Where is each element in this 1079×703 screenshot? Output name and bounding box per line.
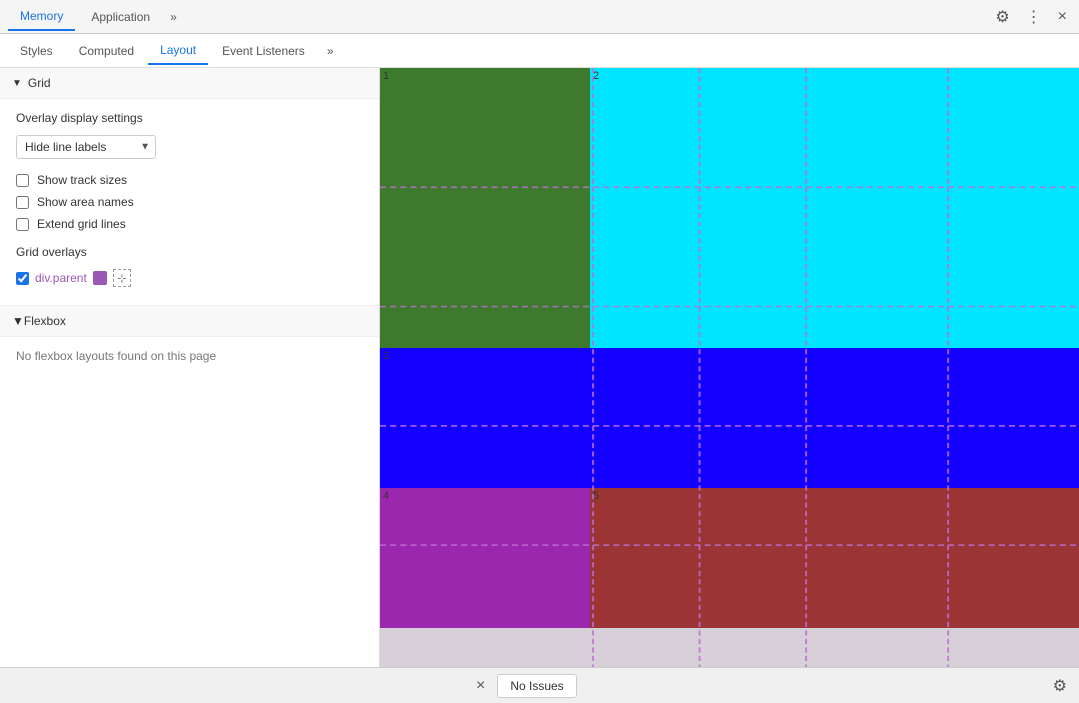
close-devtools-icon[interactable]: × [1054, 6, 1071, 28]
tab-application[interactable]: Application [79, 4, 162, 30]
second-tab-bar: Styles Computed Layout Event Listeners » [0, 34, 1079, 68]
extend-grid-lines-label: Extend grid lines [37, 217, 126, 231]
extend-grid-lines-checkbox[interactable] [16, 218, 29, 231]
overlay-display-select[interactable]: Hide line labels Show line numbers Show … [16, 135, 156, 159]
grid-section-header[interactable]: ▼ Grid [0, 68, 379, 99]
top-tab-more[interactable]: » [166, 6, 181, 28]
hide-line-labels-select-wrapper: Hide line labels Show line numbers Show … [16, 135, 156, 159]
cell-label-1: 1 [383, 70, 389, 82]
grid-region-3: 3 [380, 348, 1079, 488]
grid-region-5: 5 [590, 488, 1079, 628]
grid-region-1: 1 [380, 68, 590, 348]
extend-grid-lines-row: Extend grid lines [16, 217, 363, 231]
show-track-sizes-label: Show track sizes [37, 173, 127, 187]
settings-icon[interactable]: ⚙ [991, 5, 1013, 29]
top-tab-bar: Memory Application » ⚙ ⋮ × [0, 0, 1079, 34]
grid-section-title: Grid [28, 76, 51, 90]
right-panel: 1 2 3 4 5 [380, 68, 1079, 667]
tab-layout[interactable]: Layout [148, 37, 208, 65]
overlay-target-icon[interactable]: ⊹ [113, 269, 131, 287]
grid-preview: 1 2 3 4 5 [380, 68, 1079, 667]
flexbox-section-title: Flexbox [24, 314, 66, 328]
bottom-close-icon[interactable]: × [472, 675, 489, 697]
tab-event-listeners[interactable]: Event Listeners [210, 38, 317, 64]
grid-arrow-icon: ▼ [12, 78, 22, 89]
overlay-color-swatch [93, 271, 107, 285]
overlay-item-div-parent: div.parent ⊹ [16, 269, 363, 287]
overlay-div-parent-checkbox[interactable] [16, 272, 29, 285]
bottom-gear-icon[interactable]: ⚙ [1049, 674, 1071, 698]
cell-label-2: 2 [593, 70, 599, 82]
main-area: ▼ Grid Overlay display settings Hide lin… [0, 68, 1079, 667]
tab-styles[interactable]: Styles [8, 38, 65, 64]
no-issues-button[interactable]: No Issues [497, 674, 576, 698]
second-tab-more[interactable]: » [323, 40, 338, 62]
overlay-class-name: div.parent [35, 271, 87, 285]
bottom-bar: × No Issues ⚙ [0, 667, 1079, 703]
show-track-sizes-row: Show track sizes [16, 173, 363, 187]
flexbox-section-header[interactable]: ▼ Flexbox [0, 305, 379, 337]
no-flexbox-text: No flexbox layouts found on this page [0, 337, 379, 375]
cell-label-4: 4 [383, 490, 389, 502]
flexbox-arrow-icon: ▼ [12, 314, 24, 328]
show-area-names-row: Show area names [16, 195, 363, 209]
grid-overlays-label: Grid overlays [16, 245, 363, 259]
overlay-settings-label: Overlay display settings [16, 111, 363, 125]
grid-section-body: Overlay display settings Hide line label… [0, 99, 379, 305]
left-panel: ▼ Grid Overlay display settings Hide lin… [0, 68, 380, 667]
show-area-names-label: Show area names [37, 195, 134, 209]
cell-label-5: 5 [593, 490, 599, 502]
grid-region-2: 2 [590, 68, 1079, 348]
more-options-icon[interactable]: ⋮ [1022, 5, 1046, 29]
tab-memory[interactable]: Memory [8, 3, 75, 31]
show-track-sizes-checkbox[interactable] [16, 174, 29, 187]
tab-computed[interactable]: Computed [67, 38, 146, 64]
top-tab-icons: ⚙ ⋮ × [991, 5, 1071, 29]
show-area-names-checkbox[interactable] [16, 196, 29, 209]
cell-label-3: 3 [383, 350, 389, 362]
grid-region-4: 4 [380, 488, 590, 628]
